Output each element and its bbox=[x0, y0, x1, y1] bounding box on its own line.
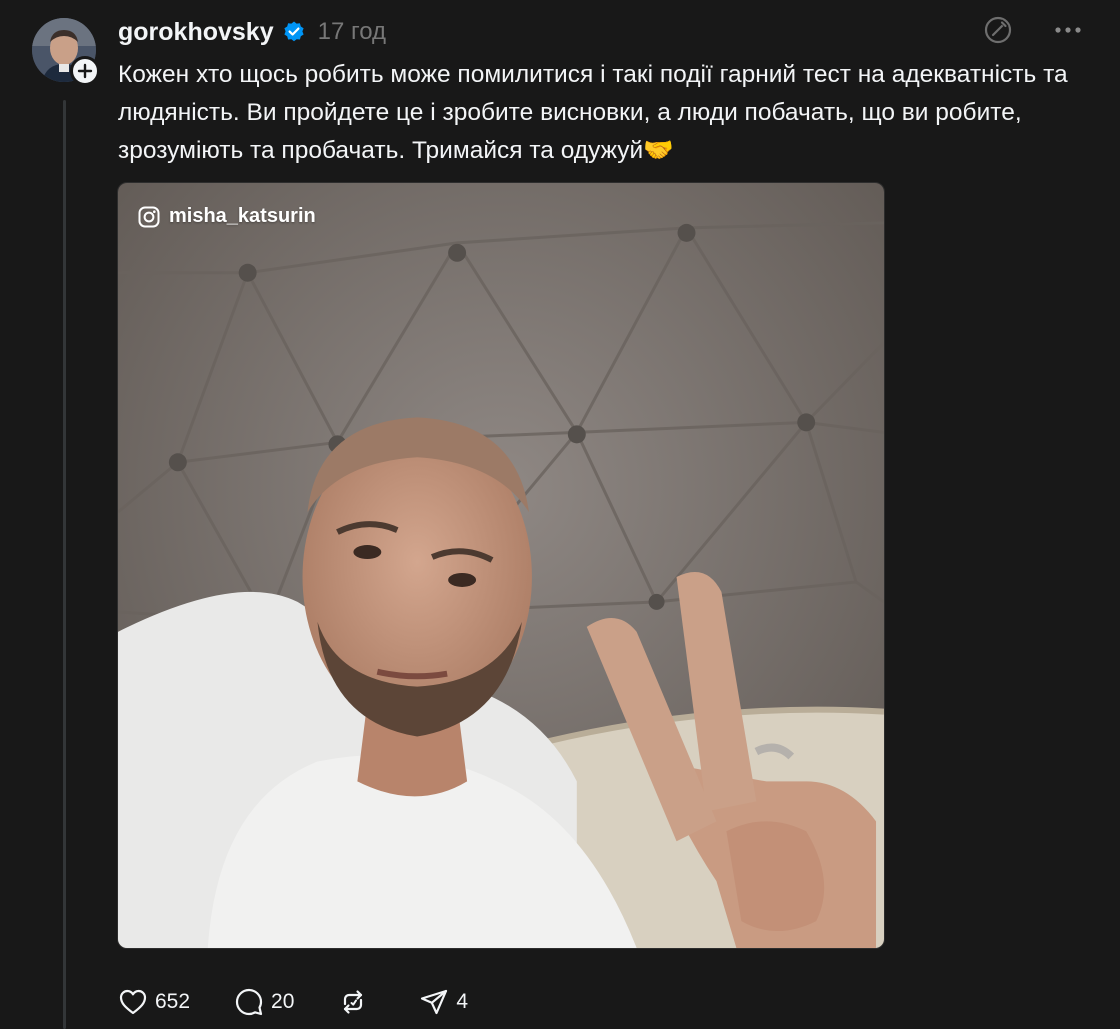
instagram-icon bbox=[138, 206, 160, 227]
comment-button[interactable]: 20 bbox=[234, 987, 294, 1017]
share-icon bbox=[421, 989, 448, 1015]
image-watermark: misha_katsurin bbox=[138, 205, 316, 228]
watermark-handle: misha_katsurin bbox=[169, 205, 316, 227]
heart-icon bbox=[119, 989, 147, 1015]
username[interactable]: gorokhovsky bbox=[118, 18, 274, 47]
photo-illustration bbox=[118, 183, 884, 948]
more-options-icon[interactable] bbox=[1052, 14, 1084, 46]
post-actions: 652 20 4 bbox=[118, 984, 468, 1020]
post-timestamp[interactable]: 17 год bbox=[318, 18, 386, 46]
comment-count: 20 bbox=[271, 990, 295, 1013]
post-header: gorokhovsky 17 год bbox=[118, 14, 386, 50]
thread-line bbox=[63, 100, 66, 1029]
share-button[interactable]: 4 bbox=[419, 988, 468, 1016]
repost-button[interactable] bbox=[338, 987, 375, 1017]
like-button[interactable]: 652 bbox=[118, 988, 190, 1016]
like-count: 652 bbox=[155, 990, 191, 1013]
share-count: 4 bbox=[456, 990, 469, 1013]
follow-plus-button[interactable] bbox=[70, 56, 100, 86]
plus-icon bbox=[77, 63, 93, 79]
post-image[interactable]: misha_katsurin bbox=[117, 182, 885, 949]
repost-icon bbox=[344, 990, 363, 1014]
thread-post: gorokhovsky 17 год Кожен хто щось робить… bbox=[0, 0, 1120, 1029]
verified-badge-icon bbox=[282, 20, 306, 44]
edit-icon[interactable] bbox=[982, 14, 1014, 46]
post-text: Кожен хто щось робить може помилитися і … bbox=[118, 61, 1068, 164]
comment-icon bbox=[235, 988, 263, 1016]
post-top-actions bbox=[982, 14, 1084, 46]
